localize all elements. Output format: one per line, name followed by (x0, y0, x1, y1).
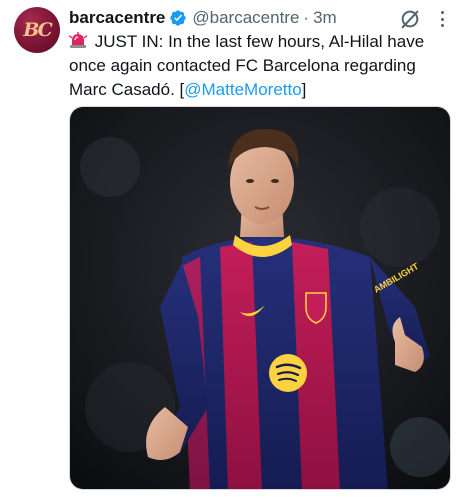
tweet-header: barcacentre @barcacentre · 3m (69, 7, 337, 29)
separator-dot: · (303, 8, 310, 27)
grok-icon[interactable] (399, 8, 421, 30)
timestamp[interactable]: 3m (313, 8, 337, 28)
avatar[interactable]: BC (14, 7, 60, 53)
author-handle[interactable]: @barcacentre (192, 8, 299, 28)
tweet-card[interactable]: BC barcacentre @barcacentre · 3m JUST IN… (0, 0, 465, 499)
siren-emoji-icon (68, 31, 88, 49)
verified-badge-icon (169, 9, 187, 27)
more-options-icon[interactable] (438, 8, 446, 30)
mention-link[interactable]: @MatteMoretto (184, 80, 301, 99)
player-photo-illustration: AMBILIGHT (70, 107, 450, 489)
tweet-text-end: ] (301, 80, 307, 99)
tweet-text: JUST IN: In the last few hours, Al-Hilal… (68, 30, 455, 102)
author-name[interactable]: barcacentre (69, 8, 165, 28)
tweet-photo[interactable]: AMBILIGHT (69, 106, 451, 490)
avatar-logo: BC (23, 19, 53, 41)
